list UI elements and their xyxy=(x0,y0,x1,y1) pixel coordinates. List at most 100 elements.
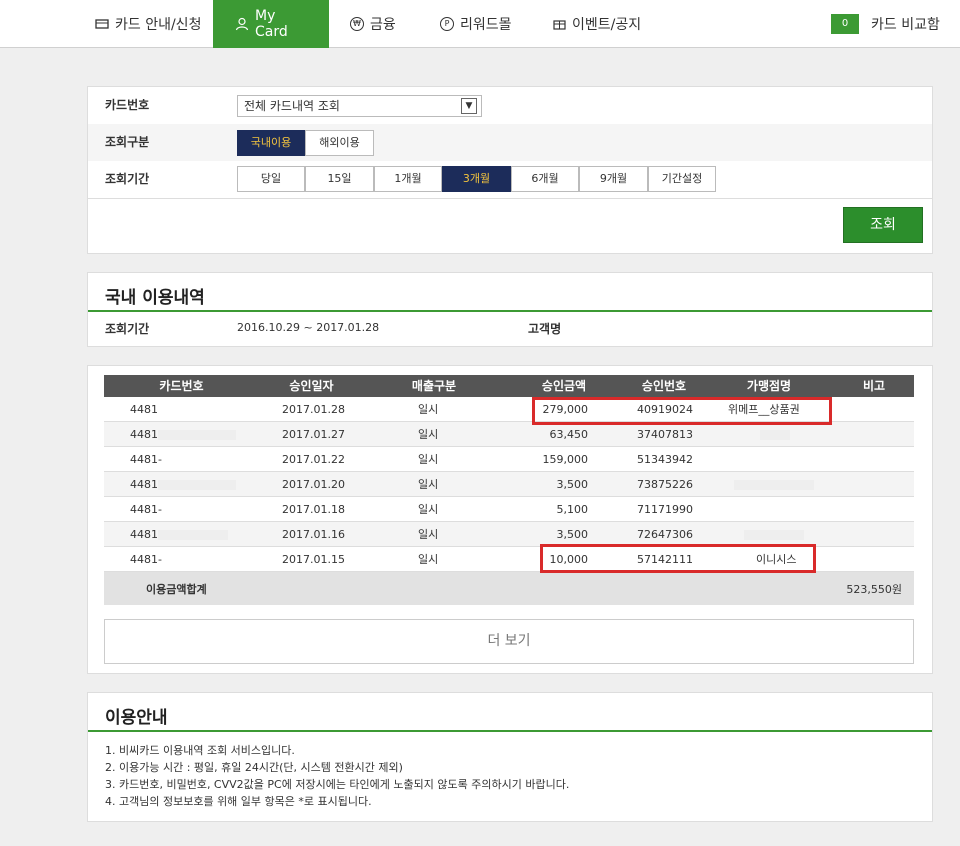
period-label: 조회기간 xyxy=(105,322,150,336)
search-panel: 카드번호 전체 카드내역 조회 ▼ 조회구분 국내이용 해외이용 조회기간 당일… xyxy=(87,86,933,254)
col-amount: 승인금액 xyxy=(541,379,587,393)
amount-cell: 5,100 xyxy=(556,503,589,516)
nav-label: 리워드몰 xyxy=(460,17,512,33)
total-label: 이용금액합계 xyxy=(146,583,207,596)
col-note: 비고 xyxy=(862,379,886,393)
won-icon: ₩ xyxy=(350,17,364,31)
date-cell: 2017.01.27 xyxy=(282,428,345,441)
amount-cell: 159,000 xyxy=(542,453,589,466)
chevron-down-icon: ▼ xyxy=(461,98,477,114)
customer-name-label: 고객명 xyxy=(528,322,562,336)
date-cell: 2017.01.16 xyxy=(282,528,345,541)
masked-field xyxy=(158,430,236,440)
period-3months[interactable]: 3개월 xyxy=(442,166,511,192)
col-approval-number: 승인번호 xyxy=(641,379,687,393)
type-cell: 일시 xyxy=(418,503,439,516)
period-1month[interactable]: 1개월 xyxy=(374,166,442,192)
domestic-toggle[interactable]: 국내이용 xyxy=(237,130,305,156)
approval-cell: 71171990 xyxy=(637,503,693,516)
approval-cell: 51343942 xyxy=(637,453,693,466)
gift-icon xyxy=(552,17,566,31)
period-row: 조회기간 당일 15일 1개월 3개월 6개월 9개월 기간설정 xyxy=(88,161,932,198)
period-value: 2016.10.29 ~ 2017.01.28 xyxy=(237,321,380,334)
card-select[interactable]: 전체 카드내역 조회 ▼ xyxy=(237,95,482,117)
masked-field xyxy=(744,530,804,540)
usage-guide-panel: 이용안내 1. 비씨카드 이용내역 조회 서비스입니다. 2. 이용가능 시간 … xyxy=(87,692,933,822)
date-cell: 2017.01.15 xyxy=(282,553,345,566)
compare-label: 카드 비교함 xyxy=(871,17,940,33)
type-cell: 일시 xyxy=(418,403,439,416)
nav-events[interactable]: 이벤트/공지 xyxy=(552,0,641,48)
approval-cell: 37407813 xyxy=(637,428,693,441)
table-row[interactable]: 4481- 2017.01.22 일시 159,000 51343942 xyxy=(104,447,914,472)
card-number-cell: 4481- xyxy=(130,553,162,566)
table-row[interactable]: 4481- 2017.01.20 일시 3,500 73875226 xyxy=(104,472,914,497)
query-type-row: 조회구분 국내이용 해외이용 xyxy=(88,124,932,161)
type-cell: 일시 xyxy=(418,428,439,441)
nav-my-card[interactable]: My Card xyxy=(213,0,329,48)
period-15days[interactable]: 15일 xyxy=(305,166,374,192)
type-cell: 일시 xyxy=(418,553,439,566)
col-sale-type: 매출구분 xyxy=(411,379,457,393)
amount-cell: 3,500 xyxy=(556,478,589,491)
period-custom[interactable]: 기간설정 xyxy=(648,166,716,192)
type-cell: 일시 xyxy=(418,528,439,541)
nav-label: My Card xyxy=(255,8,288,40)
period-6months[interactable]: 6개월 xyxy=(511,166,579,192)
top-navigation: 카드 안내/신청 My Card ₩ 금융 P 리워드몰 이벤트/공지 0 카드… xyxy=(0,0,960,48)
search-button[interactable]: 조회 xyxy=(843,207,923,243)
masked-field xyxy=(760,430,790,440)
guide-item: 1. 비씨카드 이용내역 조회 서비스입니다. xyxy=(105,744,295,757)
period-9months[interactable]: 9개월 xyxy=(579,166,648,192)
overseas-toggle[interactable]: 해외이용 xyxy=(305,130,374,156)
nav-label: 카드 안내/신청 xyxy=(115,17,202,33)
col-card-number: 카드번호 xyxy=(159,379,204,393)
nav-label: 금융 xyxy=(370,17,396,33)
table-header: 카드번호 승인일자 매출구분 승인금액 승인번호 가맹점명 비고 xyxy=(104,375,914,397)
approval-cell: 73875226 xyxy=(637,478,693,491)
masked-field xyxy=(158,480,236,490)
nav-card-guide[interactable]: 카드 안내/신청 xyxy=(95,0,201,48)
guide-item: 3. 카드번호, 비밀번호, CVV2값을 PC에 저장시에는 타인에게 노출되… xyxy=(105,778,570,791)
load-more-button[interactable]: 더 보기 xyxy=(104,619,914,664)
section-title: 국내 이용내역 xyxy=(105,288,205,308)
card-compare-button[interactable]: 0 카드 비교함 xyxy=(831,0,940,48)
masked-field xyxy=(734,480,814,490)
summary-panel: 국내 이용내역 조회기간 2016.10.29 ~ 2017.01.28 고객명 xyxy=(87,272,933,347)
period-label: 조회기간 xyxy=(105,172,150,186)
period-today[interactable]: 당일 xyxy=(237,166,305,192)
masked-field xyxy=(158,530,228,540)
table-row[interactable]: 4481- 2017.01.27 일시 63,450 37407813 xyxy=(104,422,914,447)
card-number-cell: 4481- xyxy=(130,453,162,466)
card-number-cell: 4481 xyxy=(130,403,158,416)
title-underline xyxy=(88,730,932,732)
person-icon xyxy=(235,17,249,31)
card-icon xyxy=(95,17,109,31)
date-cell: 2017.01.18 xyxy=(282,503,345,516)
query-type-label: 조회구분 xyxy=(105,135,150,149)
date-cell: 2017.01.28 xyxy=(282,403,345,416)
divider xyxy=(88,198,932,199)
type-cell: 일시 xyxy=(418,453,439,466)
title-underline xyxy=(88,310,932,312)
highlight-box xyxy=(532,397,832,425)
type-cell: 일시 xyxy=(418,478,439,491)
highlight-box xyxy=(540,544,816,573)
guide-item: 2. 이용가능 시간 : 평일, 휴일 24시간(단, 시스템 전환시간 제외) xyxy=(105,761,403,774)
date-cell: 2017.01.22 xyxy=(282,453,345,466)
amount-cell: 63,450 xyxy=(549,428,589,441)
nav-reward-mall[interactable]: P 리워드몰 xyxy=(440,0,512,48)
col-merchant: 가맹점명 xyxy=(746,379,792,393)
points-icon: P xyxy=(440,17,454,31)
nav-finance[interactable]: ₩ 금융 xyxy=(350,0,396,48)
section-title: 이용안내 xyxy=(105,708,168,728)
guide-item: 4. 고객님의 정보보호를 위해 일부 항목은 *로 표시됩니다. xyxy=(105,795,372,808)
compare-count-badge: 0 xyxy=(831,14,859,34)
card-number-row: 카드번호 전체 카드내역 조회 ▼ xyxy=(88,87,932,124)
table-row[interactable]: 4481- 2017.01.18 일시 5,100 71171990 xyxy=(104,497,914,522)
total-row: 이용금액합계 523,550원 xyxy=(104,572,914,605)
card-select-value: 전체 카드내역 조회 xyxy=(244,99,340,113)
total-value: 523,550원 xyxy=(846,583,902,596)
card-number-cell: 4481- xyxy=(130,503,162,516)
col-approval-date: 승인일자 xyxy=(289,379,334,393)
